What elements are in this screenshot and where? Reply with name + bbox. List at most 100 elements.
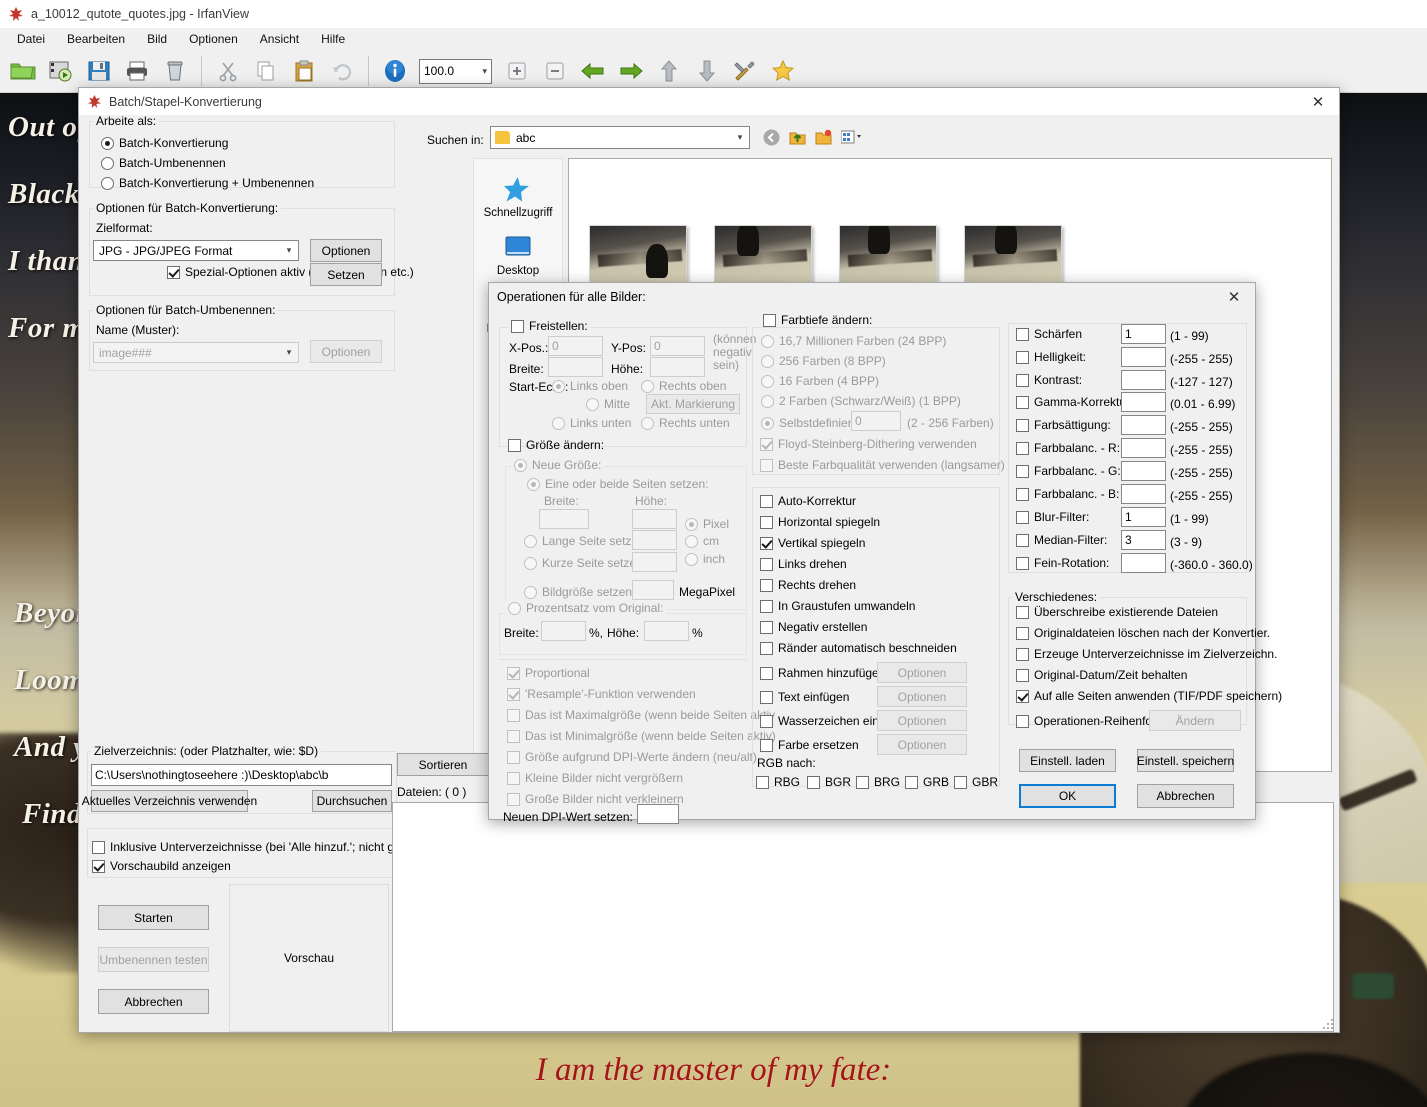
close-icon[interactable]: ✕ [1297,88,1339,115]
radio-batch-konvertierung[interactable]: Batch-Konvertierung [101,136,228,150]
frame-options-button[interactable]: Optionen [877,662,967,683]
radio-kurze-seite[interactable]: Kurze Seite setzen: [524,556,646,570]
color-depth-checkbox[interactable]: Farbtiefe ändern: [760,313,876,327]
color-balance-b-input[interactable] [1121,484,1166,504]
selected-files-listbox[interactable] [392,802,1334,1032]
radio-rechts-oben[interactable]: Rechts oben [641,379,726,393]
operations-cancel-button[interactable]: Abbrechen [1137,784,1234,808]
color-balance-r-checkbox[interactable]: Farbbalanc. - R: [1016,441,1120,455]
rgb-brg-checkbox[interactable]: BRG [856,775,900,789]
custom-colors-input[interactable]: 0 [851,411,901,431]
next-icon[interactable] [612,52,650,90]
place-schnellzugriff[interactable]: Schnellzugriff [474,173,562,219]
info-icon[interactable] [376,52,414,90]
paste-icon[interactable] [285,52,323,90]
browse-button[interactable]: Durchsuchen [312,790,392,812]
crop-height-input[interactable] [650,357,705,377]
dpi-resize-checkbox[interactable]: Größe aufgrund DPI-Werte ändern (neu/alt… [507,750,757,764]
replace-color-options-button[interactable]: Optionen [877,734,967,755]
sharpen-input[interactable]: 1 [1121,324,1166,344]
slideshow-icon[interactable] [42,52,80,90]
radio-batch-umbenennen[interactable]: Batch-Umbenennen [101,156,226,170]
target-format-combobox[interactable]: JPG - JPG/JPEG Format ▾ [93,240,299,261]
change-order-button[interactable]: Ändern [1149,710,1241,731]
color-balance-g-checkbox[interactable]: Farbbalanc. - G: [1016,464,1121,478]
place-desktop[interactable]: Desktop [474,231,562,277]
look-in-combobox[interactable]: abc ▾ [490,126,750,149]
radio-8bpp[interactable]: 256 Farben (8 BPP) [761,354,886,368]
zoom-out-icon[interactable] [536,52,574,90]
sort-button[interactable]: Sortieren [397,753,489,776]
previous-icon[interactable] [574,52,612,90]
radio-batch-konvertierung-umbenennen[interactable]: Batch-Konvertierung + Umbenennen [101,176,314,190]
save-icon[interactable] [80,52,118,90]
min-size-checkbox[interactable]: Das ist Minimalgröße (wenn beide Seiten … [507,729,776,743]
saturation-input[interactable] [1121,415,1166,435]
median-filter-input[interactable]: 3 [1121,530,1166,550]
radio-neue-groesse[interactable]: Neue Größe: [511,458,605,472]
keep-original-date-checkbox[interactable]: Original-Datum/Zeit behalten [1016,668,1187,682]
format-options-button[interactable]: Optionen [310,239,382,262]
delete-icon[interactable] [156,52,194,90]
no-enlarge-checkbox[interactable]: Kleine Bilder nicht vergrößern [507,771,683,785]
crop-width-input[interactable] [548,357,603,377]
load-settings-button[interactable]: Einstell. laden [1019,749,1116,772]
percent-width-input[interactable] [541,621,586,641]
favorites-icon[interactable] [764,52,802,90]
menu-hilfe[interactable]: Hilfe [310,30,356,48]
ypos-input[interactable]: 0 [650,336,705,356]
use-current-dir-button[interactable]: Aktuelles Verzeichnis verwenden [82,790,257,812]
radio-prozentsatz[interactable]: Prozentsatz vom Original: [505,601,667,615]
megapixel-input[interactable] [632,580,674,600]
rgb-rbg-checkbox[interactable]: RBG [756,775,800,789]
menu-ansicht[interactable]: Ansicht [249,30,310,48]
rotate-right-checkbox[interactable]: Rechts drehen [760,578,856,592]
view-mode-icon[interactable] [840,130,862,148]
overwrite-files-checkbox[interactable]: Überschreibe existierende Dateien [1016,605,1218,619]
radio-rechts-unten[interactable]: Rechts unten [641,416,730,430]
resize-height-input[interactable] [632,509,677,529]
blur-filter-checkbox[interactable]: Blur-Filter: [1016,510,1089,524]
test-rename-button[interactable]: Umbenennen testen [98,947,209,972]
ok-button[interactable]: OK [1019,784,1116,808]
watermark-checkbox[interactable]: Wasserzeichen einf. [760,714,886,728]
saturation-checkbox[interactable]: Farbsättigung: [1016,418,1111,432]
zoom-combobox[interactable]: 100.0 ▾ [419,58,492,84]
color-balance-r-input[interactable] [1121,438,1166,458]
proportional-checkbox[interactable]: Proportional [507,666,590,680]
negative-checkbox[interactable]: Negativ erstellen [760,620,867,634]
xpos-input[interactable]: 0 [548,336,603,356]
new-folder-icon[interactable] [815,129,832,149]
percent-height-input[interactable] [644,621,689,641]
sharpen-checkbox[interactable]: Schärfen [1016,327,1082,341]
radio-selbstdefiniert[interactable]: Selbstdefiniert: [761,416,858,430]
flip-vertical-checkbox[interactable]: Vertikal spiegeln [760,536,865,550]
short-side-input[interactable] [632,552,677,572]
crop-checkbox[interactable]: Freistellen: [508,319,591,333]
zoom-in-icon[interactable] [498,52,536,90]
include-subdirs-checkbox[interactable]: Inklusive Unterverzeichnisse (bei 'Alle … [92,840,421,854]
delete-originals-checkbox[interactable]: Originaldateien löschen nach der Konvert… [1016,626,1270,640]
radio-mitte[interactable]: Mitte [586,397,630,411]
current-marking-button[interactable]: Akt. Markierung [646,394,740,414]
up-folder-icon[interactable] [789,129,806,149]
brightness-checkbox[interactable]: Helligkeit: [1016,350,1086,364]
create-subdirs-checkbox[interactable]: Erzeuge Unterverzeichnisse im Zielverzei… [1016,647,1277,661]
set-options-button[interactable]: Setzen [310,263,382,286]
replace-color-checkbox[interactable]: Farbe ersetzen [760,738,859,752]
rename-options-button[interactable]: Optionen [310,340,382,363]
radio-lange-seite[interactable]: Lange Seite setzen: [524,534,648,548]
color-balance-b-checkbox[interactable]: Farbbalanc. - B: [1016,487,1119,501]
radio-unit-pixel[interactable]: Pixel [685,517,729,531]
radio-24bpp[interactable]: 16,7 Millionen Farben (24 BPP) [761,334,946,348]
rename-pattern-combobox[interactable]: image### ▾ [93,342,299,363]
copy-icon[interactable] [247,52,285,90]
fine-rotation-input[interactable] [1121,553,1166,573]
radio-eine-oder-beide[interactable]: Eine oder beide Seiten setzen: [527,477,708,491]
target-dir-input[interactable]: C:\Users\nothingtoseehere :)\Desktop\abc… [91,764,392,786]
resize-grip[interactable] [1322,1019,1335,1032]
last-icon[interactable] [688,52,726,90]
operations-order-checkbox[interactable]: Operationen-Reihenfolge [1016,714,1168,728]
auto-correction-checkbox[interactable]: Auto-Korrektur [760,494,856,508]
color-balance-g-input[interactable] [1121,461,1166,481]
